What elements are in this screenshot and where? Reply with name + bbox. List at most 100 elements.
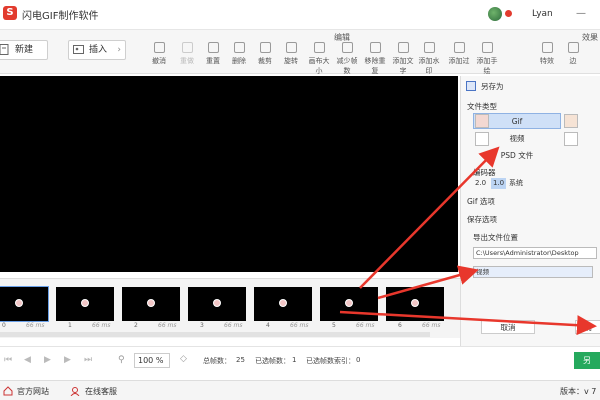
- new-button[interactable]: 新建: [0, 40, 48, 60]
- tool-button[interactable]: 边: [560, 42, 586, 66]
- type-option-label: 视频: [509, 134, 525, 143]
- tool-button[interactable]: 添加过: [446, 42, 472, 66]
- tool-button[interactable]: 旋转: [278, 42, 304, 66]
- timeline-frame[interactable]: [56, 287, 114, 321]
- avatar[interactable]: [488, 7, 502, 21]
- timeline-frame[interactable]: [386, 287, 444, 321]
- timeline-frame[interactable]: [188, 287, 246, 321]
- insert-button[interactable]: 插入 ›: [68, 40, 126, 60]
- tool-button[interactable]: 添加水印: [416, 42, 442, 76]
- gif-thumb-icon: [475, 114, 489, 128]
- timeline-frame[interactable]: [320, 287, 378, 321]
- play-icon[interactable]: ▶: [44, 356, 53, 365]
- official-website-link[interactable]: 官方网站: [17, 386, 49, 397]
- gif-options-label[interactable]: Gif 选项: [467, 196, 495, 207]
- version-system-option[interactable]: 系统: [507, 178, 525, 189]
- confirm-button[interactable]: 确: [575, 320, 600, 334]
- cancel-button[interactable]: 取消: [481, 320, 535, 334]
- add-transition-icon: [453, 42, 465, 53]
- tool-label: 撤消: [152, 57, 166, 65]
- title-bar: S 闪电GIF制作软件 Lyan —: [0, 0, 600, 30]
- frame-index: 6: [398, 322, 402, 329]
- frame-index: 4: [266, 322, 270, 329]
- zoom-step-icon[interactable]: ◇: [180, 355, 189, 364]
- tool-button[interactable]: 特效: [534, 42, 560, 66]
- preview-canvas[interactable]: [0, 76, 458, 272]
- filename-field[interactable]: 视频: [473, 266, 593, 278]
- export-location-label: 导出文件位置: [473, 233, 518, 242]
- timeline-frame[interactable]: [0, 286, 49, 322]
- tool-button[interactable]: 裁剪: [252, 42, 278, 66]
- frame-duration: 66 ms: [356, 322, 375, 329]
- frame-duration: 66 ms: [422, 322, 441, 329]
- total-frames-label: 总帧数：: [203, 357, 231, 365]
- selected-frames-label: 已选帧数：: [255, 357, 290, 365]
- app-logo-icon: S: [3, 6, 17, 20]
- tool-label: 特效: [540, 57, 554, 65]
- tool-button[interactable]: 移除重复: [362, 42, 388, 76]
- save-green-button[interactable]: 另: [574, 352, 600, 369]
- support-agent-icon: [70, 387, 80, 396]
- tool-label: 添加文字: [392, 57, 414, 75]
- version-1-0-option[interactable]: 1.0: [491, 178, 507, 189]
- effects-icon: [541, 42, 553, 53]
- online-support-link[interactable]: 在线客服: [85, 386, 117, 397]
- frame-index: 5: [332, 322, 336, 329]
- tool-button[interactable]: 画布大小: [306, 42, 332, 76]
- minimize-icon[interactable]: —: [576, 8, 586, 19]
- tool-button[interactable]: 删除: [226, 42, 252, 66]
- timeline-frame[interactable]: [122, 287, 180, 321]
- first-frame-icon[interactable]: ⏮: [4, 356, 13, 365]
- tool-label: 减少帧数: [336, 57, 358, 75]
- confirm-button-label: 确: [584, 323, 592, 332]
- total-frames-value: 25: [236, 356, 245, 364]
- tool-label: 裁剪: [258, 57, 272, 65]
- type-option-psd[interactable]: PSD 文件: [473, 148, 561, 164]
- frame-index: 2: [134, 322, 138, 329]
- next-frame-icon[interactable]: ▶: [64, 356, 73, 365]
- export-path-field[interactable]: C:\Users\Administrator\Desktop: [473, 247, 597, 259]
- tool-button[interactable]: 撤消: [146, 42, 172, 66]
- delete-icon: [233, 42, 245, 53]
- version-2-0-option[interactable]: 2.0: [473, 178, 488, 189]
- remove-duplicates-icon: [369, 42, 381, 53]
- rotate-icon: [285, 42, 297, 53]
- type-option-label: PSD 文件: [500, 151, 534, 160]
- canvas-size-icon: [313, 42, 325, 53]
- image-thumb-icon[interactable]: [564, 114, 578, 128]
- vip-badge-icon[interactable]: [505, 10, 512, 17]
- export-path-value: C:\Users\Administrator\Desktop: [476, 249, 579, 257]
- tool-label: 重置: [206, 57, 220, 65]
- tool-label: 边: [569, 57, 577, 65]
- username[interactable]: Lyan: [532, 9, 553, 19]
- frame-content-icon: [345, 299, 353, 307]
- app-title: 闪电GIF制作软件: [22, 11, 99, 22]
- home-icon: [3, 386, 13, 396]
- previous-frame-icon[interactable]: ◀: [24, 356, 33, 365]
- tool-label: 添加过: [448, 57, 470, 65]
- tool-button[interactable]: 添加文字: [390, 42, 416, 76]
- frame-duration: 66 ms: [158, 322, 177, 329]
- selected-index-label: 已选帧数索引：: [306, 357, 355, 365]
- timeline-scrollbar[interactable]: [0, 332, 430, 337]
- timeline-frame[interactable]: [254, 287, 312, 321]
- new-button-label: 新建: [15, 45, 34, 55]
- zoom-field[interactable]: 100 %: [134, 353, 170, 368]
- tool-button[interactable]: 重置: [200, 42, 226, 66]
- last-frame-icon[interactable]: ⏭: [84, 356, 93, 365]
- tool-label: 画布大小: [308, 57, 330, 75]
- save-icon[interactable]: [466, 81, 476, 91]
- frame-duration: 66 ms: [290, 322, 309, 329]
- tool-button[interactable]: 重做: [174, 42, 200, 66]
- project-thumb-icon[interactable]: [564, 132, 578, 146]
- tool-button[interactable]: 添加手绘: [474, 42, 500, 76]
- encoder-label: 编码器: [473, 168, 496, 177]
- tool-label: 旋转: [284, 57, 298, 65]
- save-as-label[interactable]: 另存为: [481, 81, 504, 92]
- tool-button[interactable]: 减少帧数: [334, 42, 360, 76]
- reset-icon: [207, 42, 219, 53]
- tool-label: 移除重复: [364, 57, 386, 75]
- frame-duration: 66 ms: [92, 322, 111, 329]
- zoom-unit: %: [155, 356, 164, 365]
- frame-content-icon: [81, 299, 89, 307]
